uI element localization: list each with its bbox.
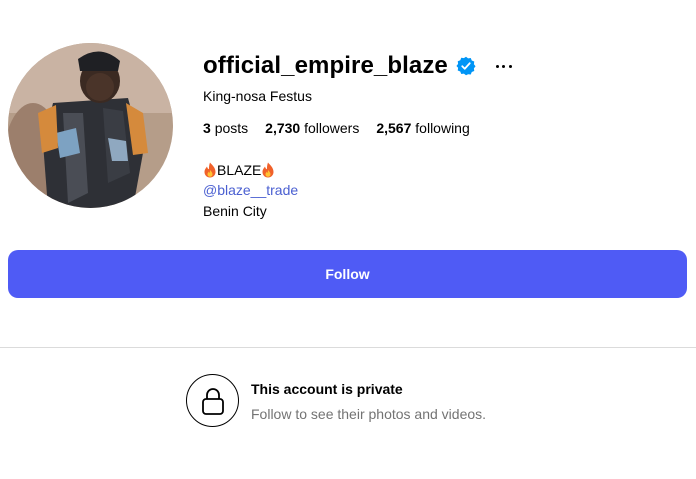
following-stat[interactable]: 2,567 following: [376, 120, 469, 136]
follow-button[interactable]: Follow: [8, 250, 687, 298]
username: official_empire_blaze: [203, 52, 448, 79]
profile-stats: 3 posts 2,730 followers 2,567 following: [203, 120, 487, 136]
bio-location: Benin City: [203, 203, 267, 219]
posts-stat: 3 posts: [203, 120, 248, 136]
fire-emoji-icon: [203, 162, 217, 178]
posts-label: posts: [214, 120, 249, 136]
private-account-title: This account is private: [251, 381, 403, 397]
fire-emoji-icon: [261, 162, 275, 178]
following-count: 2,567: [376, 120, 412, 136]
avatar-photo: [8, 43, 173, 208]
more-options-icon[interactable]: [495, 58, 512, 74]
profile-avatar[interactable]: [8, 43, 173, 208]
followers-stat[interactable]: 2,730 followers: [265, 120, 359, 136]
followers-label: followers: [304, 120, 360, 136]
profile-page: official_empire_blaze King-nosa Festus 3…: [0, 0, 696, 479]
bio-title-text: BLAZE: [217, 162, 262, 178]
bio-link[interactable]: @blaze__trade: [203, 182, 298, 198]
username-row: official_empire_blaze: [203, 50, 512, 82]
verified-badge-icon: [456, 56, 476, 76]
section-divider: [0, 347, 696, 348]
followers-count: 2,730: [265, 120, 301, 136]
following-label: following: [415, 120, 470, 136]
full-name: King-nosa Festus: [203, 88, 312, 104]
profile-info: official_empire_blaze King-nosa Festus 3…: [203, 50, 512, 219]
posts-count: 3: [203, 120, 211, 136]
lock-icon: [186, 374, 239, 427]
private-account-subtitle: Follow to see their photos and videos.: [251, 406, 487, 422]
bio-title: BLAZE: [203, 162, 275, 178]
